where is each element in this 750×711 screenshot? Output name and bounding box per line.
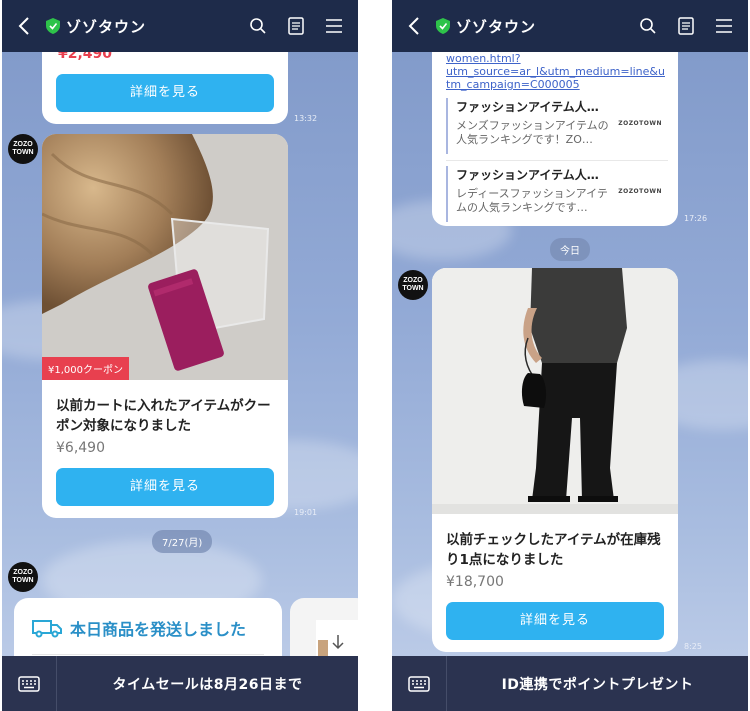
rich-menu-bar: ID連携でポイントプレゼント bbox=[392, 656, 748, 711]
chat-header: ゾゾタウン bbox=[2, 0, 358, 52]
message-time: 17:26 bbox=[684, 214, 708, 223]
shipping-title: 本日商品を発送しました bbox=[70, 620, 247, 639]
link-preview-item[interactable]: ファッションアイテム人… レディースファッションアイテムの人気ランキングです… … bbox=[446, 166, 668, 222]
truck-icon bbox=[32, 620, 62, 638]
rich-menu-button[interactable]: タイムセールは8月26日まで bbox=[57, 674, 358, 694]
keyboard-icon bbox=[18, 675, 40, 692]
product-price: ¥18,700 bbox=[446, 574, 504, 590]
notes-icon bbox=[678, 17, 694, 35]
account-name: ゾゾタウン bbox=[456, 17, 537, 36]
view-details-button[interactable]: 詳細を見る bbox=[56, 74, 274, 112]
link-preview-description: メンズファッションアイテムの人気ランキングです！ZO… bbox=[456, 119, 609, 146]
arrow-down-icon bbox=[332, 635, 344, 650]
message-title: 以前カートに入れたアイテムがクーポン対象になりました bbox=[56, 398, 271, 434]
date-divider: 今日 bbox=[550, 238, 590, 261]
chat-screen-left: ゾゾタウン ¥2,490 詳細を見る 13:32 ZOZO TOWN ¥1,00… bbox=[2, 0, 358, 711]
link-preview-title: ファッションアイテム人… bbox=[456, 168, 599, 182]
coupon-tag: ¥1,000クーポン bbox=[42, 357, 129, 380]
verified-shield-icon bbox=[436, 18, 450, 34]
view-details-button[interactable]: 詳細を見る bbox=[56, 468, 274, 506]
product-price: ¥6,490 bbox=[56, 440, 105, 456]
search-icon bbox=[640, 18, 656, 34]
campaign-url[interactable]: tm_campaign=C000005 bbox=[446, 78, 665, 91]
keyboard-icon bbox=[408, 675, 430, 692]
notes-button[interactable] bbox=[674, 14, 698, 38]
product-message-card[interactable]: ¥1,000クーポン 以前カートに入れたアイテムがクーポン対象になりました ¥6… bbox=[42, 134, 288, 518]
chevron-left-icon bbox=[18, 17, 29, 35]
product-message-card[interactable]: 以前チェックしたアイテムが在庫残り1点になりました ¥18,700 詳細を見る bbox=[432, 268, 678, 652]
message-time: 8:25 bbox=[684, 642, 702, 651]
keyboard-button[interactable] bbox=[2, 656, 57, 711]
back-button[interactable] bbox=[392, 0, 436, 52]
back-button[interactable] bbox=[2, 0, 46, 52]
chevron-left-icon bbox=[408, 17, 419, 35]
chat-title: ゾゾタウン bbox=[436, 16, 636, 37]
message-time: 13:32 bbox=[294, 114, 318, 123]
zozotown-logo: ZOZOTOWN bbox=[618, 188, 662, 195]
product-photo-illustration bbox=[432, 268, 678, 514]
search-icon bbox=[250, 18, 266, 34]
verified-shield-icon bbox=[46, 18, 60, 34]
campaign-url[interactable]: utm_source=ar_l&utm_medium=line&u bbox=[446, 65, 665, 78]
campaign-url[interactable]: women.html? bbox=[446, 52, 665, 65]
rich-menu-button[interactable]: ID連携でポイントプレゼント bbox=[447, 674, 748, 694]
view-details-button[interactable]: 詳細を見る bbox=[446, 602, 664, 640]
chat-screen-right: ゾゾタウン women.html? utm_source=ar_l&utm_me… bbox=[392, 0, 748, 711]
link-preview-title: ファッションアイテム人… bbox=[456, 100, 599, 114]
link-preview-card: women.html? utm_source=ar_l&utm_medium=l… bbox=[432, 40, 678, 226]
notes-button[interactable] bbox=[284, 14, 308, 38]
link-preview-description: レディースファッションアイテムの人気ランキングです… bbox=[456, 187, 608, 214]
rich-menu-bar: タイムセールは8月26日まで bbox=[2, 656, 358, 711]
search-button[interactable] bbox=[636, 14, 660, 38]
chat-header: ゾゾタウン bbox=[392, 0, 748, 52]
message-time: 19:01 bbox=[294, 508, 318, 517]
menu-button[interactable] bbox=[322, 14, 346, 38]
product-image[interactable]: ¥1,000クーポン bbox=[42, 134, 288, 380]
avatar: ZOZO TOWN bbox=[398, 270, 428, 300]
account-name: ゾゾタウン bbox=[66, 17, 147, 36]
product-photo-illustration bbox=[42, 134, 288, 380]
message-title: 以前チェックしたアイテムが在庫残り1点になりました bbox=[446, 532, 661, 568]
chat-title: ゾゾタウン bbox=[46, 16, 246, 37]
date-divider: 7/27(月) bbox=[152, 530, 213, 553]
keyboard-button[interactable] bbox=[392, 656, 447, 711]
menu-button[interactable] bbox=[712, 14, 736, 38]
link-preview-item[interactable]: ファッションアイテム人… メンズファッションアイテムの人気ランキングです！ZO…… bbox=[446, 98, 668, 154]
search-button[interactable] bbox=[246, 14, 270, 38]
hamburger-menu-icon bbox=[326, 19, 342, 33]
product-image[interactable] bbox=[432, 268, 678, 514]
avatar: ZOZO TOWN bbox=[8, 562, 38, 592]
zozotown-logo: ZOZOTOWN bbox=[618, 120, 662, 127]
hamburger-menu-icon bbox=[716, 19, 732, 33]
notes-icon bbox=[288, 17, 304, 35]
avatar: ZOZO TOWN bbox=[8, 134, 38, 164]
